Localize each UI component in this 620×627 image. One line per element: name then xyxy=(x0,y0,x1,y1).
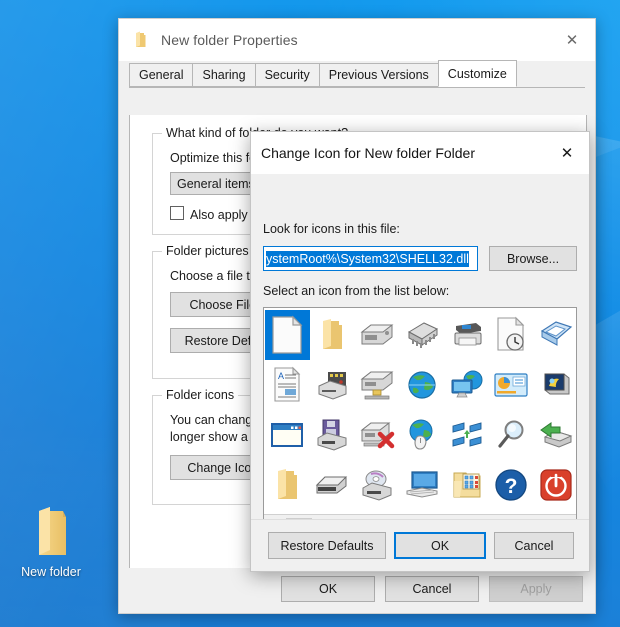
icon-cell-media-monitor-icon[interactable] xyxy=(534,360,576,410)
svg-text:?: ? xyxy=(505,475,518,498)
folder-icon xyxy=(12,505,90,563)
desktop-background: New folder New folder Properties ✕ Gener… xyxy=(0,0,620,627)
change-icon-title: Change Icon for New folder Folder xyxy=(261,145,475,161)
tab-customize[interactable]: Customize xyxy=(437,60,517,87)
group-folder-pictures-title: Folder pictures xyxy=(162,244,253,258)
folder-plain-icon xyxy=(278,469,298,499)
desktop-icon-label: New folder xyxy=(21,565,81,579)
icon-cell-window-icon[interactable] xyxy=(265,410,310,460)
media-monitor-icon xyxy=(544,373,570,395)
floppy-drive-icon xyxy=(317,419,347,451)
icon-cell-folder-plain-icon[interactable] xyxy=(265,460,310,510)
icon-cell-search-magnifier-icon[interactable] xyxy=(489,410,534,460)
icon-cell-hard-drive-icon[interactable] xyxy=(355,310,400,360)
properties-titlebar: New folder Properties ✕ xyxy=(119,19,595,61)
search-magnifier-icon xyxy=(498,420,524,448)
browse-button[interactable]: Browse... xyxy=(489,246,577,271)
tab-sharing[interactable]: Sharing xyxy=(192,63,255,87)
icon-cell-blank-document-icon[interactable] xyxy=(265,310,310,360)
icon-cell-floppy-drive-icon[interactable] xyxy=(310,410,355,460)
controls-folder-icon xyxy=(453,472,481,498)
change-icon-titlebar: Change Icon for New folder Folder ✕ xyxy=(251,132,589,174)
icon-list-box[interactable]: A ? xyxy=(263,307,577,535)
folder-icon xyxy=(136,31,146,47)
icon-cell-folder-icon[interactable] xyxy=(310,310,355,360)
select-icon-label: Select an icon from the list below: xyxy=(263,284,450,298)
web-computer-icon xyxy=(451,370,483,398)
icon-cell-shutdown-power-icon[interactable] xyxy=(534,460,576,510)
change-icon-dialog: Change Icon for New folder Folder ✕ Look… xyxy=(250,131,590,572)
internet-globe-icon xyxy=(408,371,436,399)
look-for-icons-label: Look for icons in this file: xyxy=(263,222,400,236)
text-document-icon: A xyxy=(274,366,301,402)
tab-general[interactable]: General xyxy=(129,63,193,87)
icon-cell-globe-mouse-icon[interactable] xyxy=(399,410,444,460)
close-icon[interactable]: ✕ xyxy=(549,19,595,61)
icon-cell-window-stack-icon[interactable] xyxy=(534,310,576,360)
help-question-icon: ? xyxy=(495,469,528,501)
tab-previous-versions[interactable]: Previous Versions xyxy=(318,63,438,87)
icon-cell-network-icon[interactable] xyxy=(444,410,489,460)
disconnect-drive-icon xyxy=(360,422,395,449)
cd-drive-icon xyxy=(362,470,392,501)
external-drive-icon xyxy=(315,476,348,494)
tab-security[interactable]: Security xyxy=(254,63,319,87)
icon-cell-help-question-icon[interactable]: ? xyxy=(489,460,534,510)
icon-cell-recent-document-icon[interactable] xyxy=(489,310,534,360)
hard-drive-icon xyxy=(360,324,394,345)
restore-defaults-button[interactable]: Restore Defaults xyxy=(268,532,386,559)
shutdown-power-icon xyxy=(540,469,572,501)
memory-chip-icon xyxy=(407,322,438,348)
icon-grid: A ? xyxy=(264,308,576,510)
icon-cell-controls-folder-icon[interactable] xyxy=(444,460,489,510)
icon-cell-scanner-icon[interactable] xyxy=(310,360,355,410)
icon-cell-printer-icon[interactable] xyxy=(444,310,489,360)
apply-to-subfolders-checkbox[interactable] xyxy=(170,206,184,220)
folder-icon xyxy=(323,319,343,349)
change-icon-ok-button[interactable]: OK xyxy=(394,532,486,559)
icon-cell-external-drive-icon[interactable] xyxy=(310,460,355,510)
blank-document-icon xyxy=(272,315,303,354)
computer-icon xyxy=(406,471,438,498)
icon-cell-network-drive-icon[interactable] xyxy=(355,360,400,410)
icon-cell-text-document-icon[interactable]: A xyxy=(265,360,310,410)
network-drive-icon xyxy=(360,371,394,400)
properties-tabstrip: General Sharing Security Previous Versio… xyxy=(129,60,585,88)
eject-usb-icon xyxy=(540,422,573,448)
icon-cell-cd-drive-icon[interactable] xyxy=(355,460,400,510)
printer-icon xyxy=(454,323,482,346)
window-icon xyxy=(271,423,304,447)
icon-cell-memory-chip-icon[interactable] xyxy=(399,310,444,360)
presentation-icon xyxy=(494,373,528,397)
icon-cell-eject-usb-icon[interactable] xyxy=(534,410,576,460)
close-icon[interactable]: ✕ xyxy=(545,132,589,174)
properties-ok-button[interactable]: OK xyxy=(281,576,375,602)
globe-mouse-icon xyxy=(409,419,433,450)
change-icon-body: Look for icons in this file: ystemRoot%\… xyxy=(251,174,589,573)
icon-file-path-input[interactable]: ystemRoot%\System32\SHELL32.dll xyxy=(263,246,478,271)
icon-file-path-value: ystemRoot%\System32\SHELL32.dll xyxy=(266,250,469,267)
change-icon-cancel-button[interactable]: Cancel xyxy=(494,532,574,559)
group-folder-icons-title: Folder icons xyxy=(162,388,239,402)
icon-cell-web-computer-icon[interactable] xyxy=(444,360,489,410)
icon-cell-presentation-icon[interactable] xyxy=(489,360,534,410)
properties-cancel-button[interactable]: Cancel xyxy=(385,576,479,602)
svg-text:A: A xyxy=(278,371,284,381)
desktop-icon-new-folder[interactable]: New folder xyxy=(12,505,90,580)
properties-title: New folder Properties xyxy=(161,32,298,48)
icon-cell-computer-icon[interactable] xyxy=(399,460,444,510)
properties-apply-button: Apply xyxy=(489,576,583,602)
scanner-icon xyxy=(318,372,347,400)
window-stack-icon xyxy=(540,321,573,346)
change-icon-footer: Restore Defaults OK Cancel xyxy=(251,519,589,571)
icon-cell-disconnect-drive-icon[interactable] xyxy=(355,410,400,460)
recent-document-icon xyxy=(497,316,525,351)
network-icon xyxy=(452,422,482,447)
properties-footer: OK Cancel Apply xyxy=(119,568,595,613)
icon-cell-internet-globe-icon[interactable] xyxy=(399,360,444,410)
